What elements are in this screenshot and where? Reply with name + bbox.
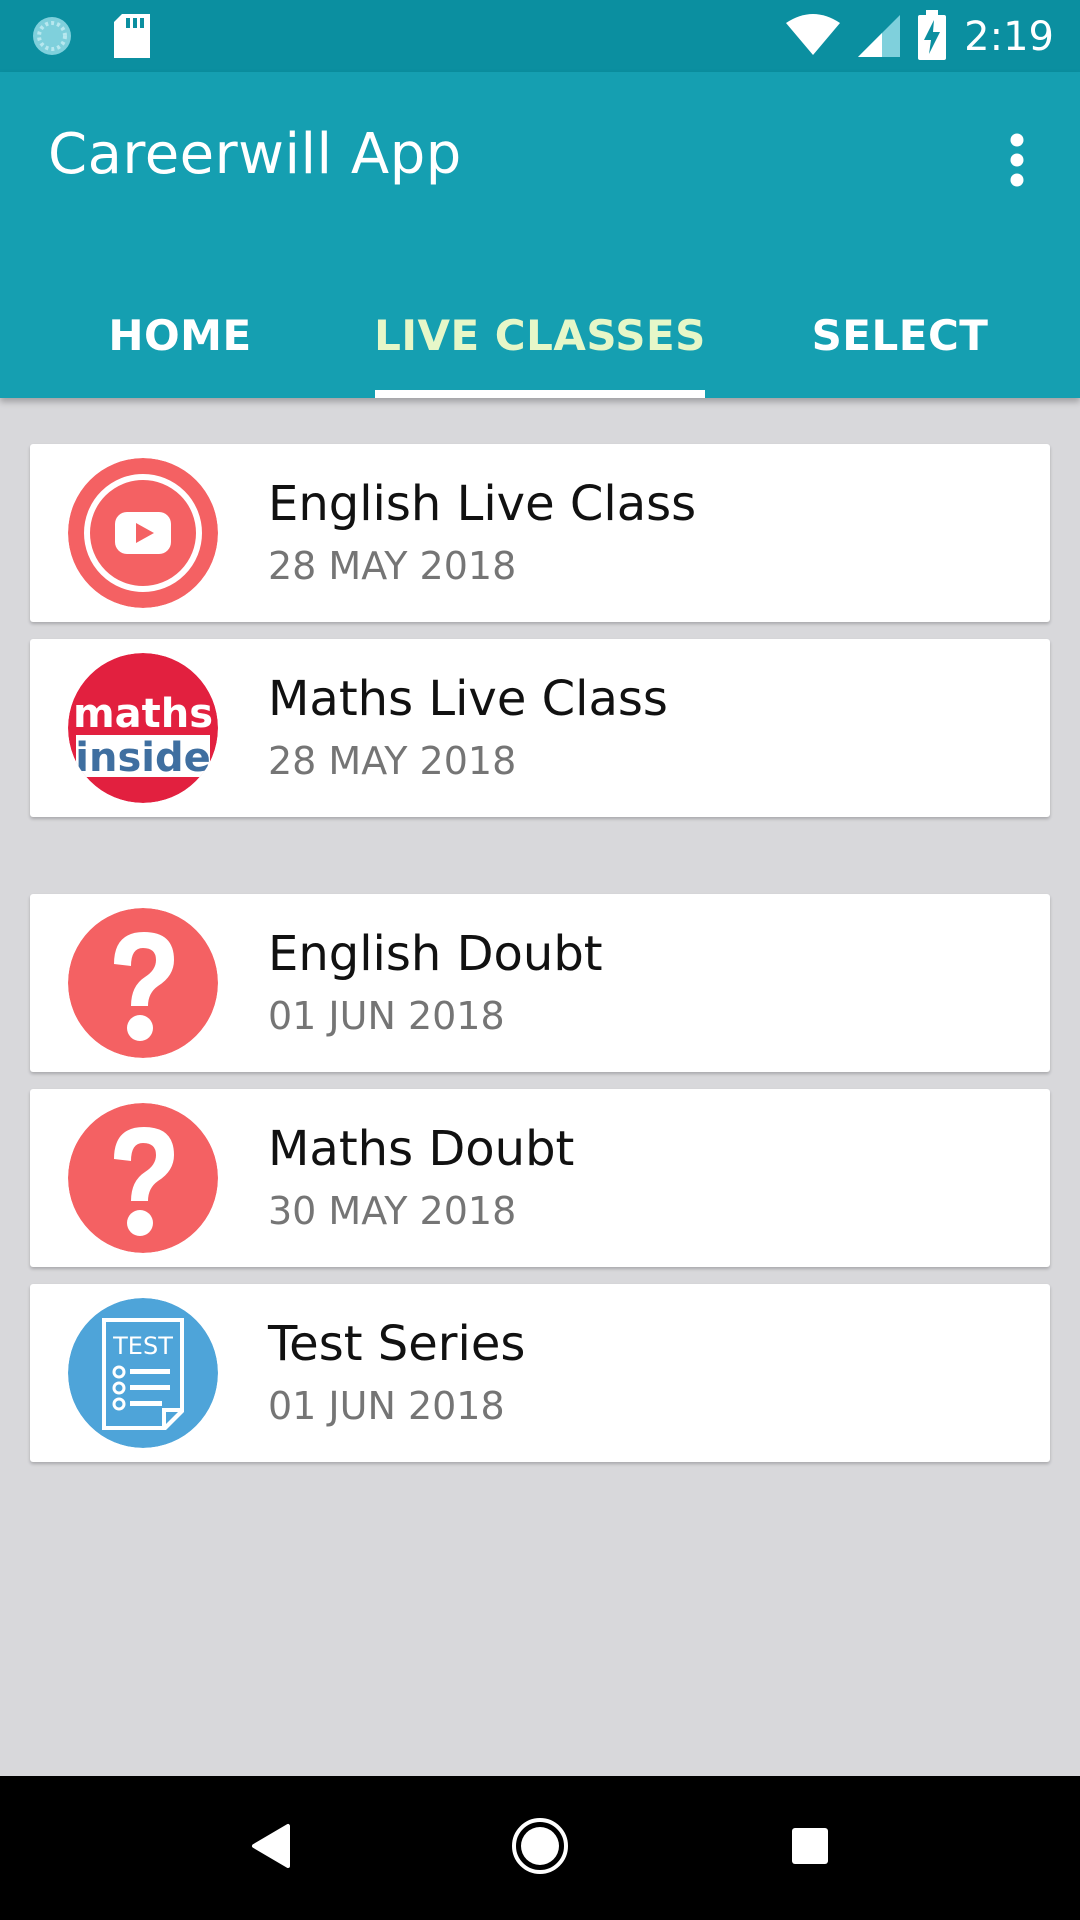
list-item-english-live-class[interactable]: English Live Class 28 MAY 2018 xyxy=(30,444,1050,622)
wifi-icon xyxy=(786,13,841,61)
question-mark-icon xyxy=(68,1103,218,1253)
tab-bar: HOME LIVE CLASSES SELECT xyxy=(0,272,1080,398)
tab-select[interactable]: SELECT xyxy=(720,272,1080,398)
item-date: 28 MAY 2018 xyxy=(268,544,517,588)
item-date: 01 JUN 2018 xyxy=(268,994,505,1038)
item-date: 28 MAY 2018 xyxy=(268,739,517,783)
overflow-menu-button[interactable] xyxy=(982,122,1052,202)
status-right: 2:19 xyxy=(786,10,1054,64)
item-title: Maths Live Class xyxy=(268,671,668,727)
list-item-test-series[interactable]: TEST Test Series 01 JUN 2018 xyxy=(30,1284,1050,1462)
test-document-icon: TEST xyxy=(68,1298,218,1448)
recents-button[interactable] xyxy=(770,1808,850,1888)
sd-card-icon xyxy=(114,14,150,62)
overflow-menu-icon xyxy=(1007,132,1027,192)
home-button[interactable] xyxy=(500,1808,580,1888)
item-date: 30 MAY 2018 xyxy=(268,1189,517,1233)
back-icon xyxy=(248,1822,292,1874)
item-title: Test Series xyxy=(268,1316,526,1372)
item-title: Maths Doubt xyxy=(268,1121,575,1177)
tab-live-classes[interactable]: LIVE CLASSES xyxy=(360,272,720,398)
status-left xyxy=(30,14,150,62)
item-title: English Live Class xyxy=(268,476,697,532)
home-icon xyxy=(510,1816,570,1880)
tab-home[interactable]: HOME xyxy=(0,272,360,398)
tab-label: SELECT xyxy=(811,310,989,360)
logo-text-test: TEST xyxy=(112,1332,173,1360)
app-title: Careerwill App xyxy=(48,122,462,187)
battery-charging-icon xyxy=(918,10,947,64)
list-item-maths-doubt[interactable]: Maths Doubt 30 MAY 2018 xyxy=(30,1089,1050,1267)
question-mark-icon xyxy=(68,908,218,1058)
item-date: 01 JUN 2018 xyxy=(268,1384,505,1428)
back-button[interactable] xyxy=(230,1808,310,1888)
status-bar: 2:19 xyxy=(0,0,1080,72)
list-item-maths-live-class[interactable]: maths inside Maths Live Class 28 MAY 201… xyxy=(30,639,1050,817)
navigation-bar xyxy=(0,1776,1080,1920)
sync-icon xyxy=(30,14,74,62)
item-title: English Doubt xyxy=(268,926,603,982)
tab-indicator xyxy=(375,390,705,398)
status-time: 2:19 xyxy=(964,14,1054,60)
signal-icon xyxy=(858,13,901,61)
logo-text-inside: inside xyxy=(75,735,210,781)
youtube-play-icon xyxy=(68,458,218,608)
maths-inside-logo: maths inside xyxy=(68,653,218,803)
list-item-english-doubt[interactable]: English Doubt 01 JUN 2018 xyxy=(30,894,1050,1072)
recents-icon xyxy=(790,1826,830,1870)
app-bar: Careerwill App HOME LIVE CLASSES SELECT xyxy=(0,72,1080,398)
logo-text-maths: maths xyxy=(73,691,213,737)
tab-label: LIVE CLASSES xyxy=(374,310,706,360)
tab-label: HOME xyxy=(108,310,252,360)
